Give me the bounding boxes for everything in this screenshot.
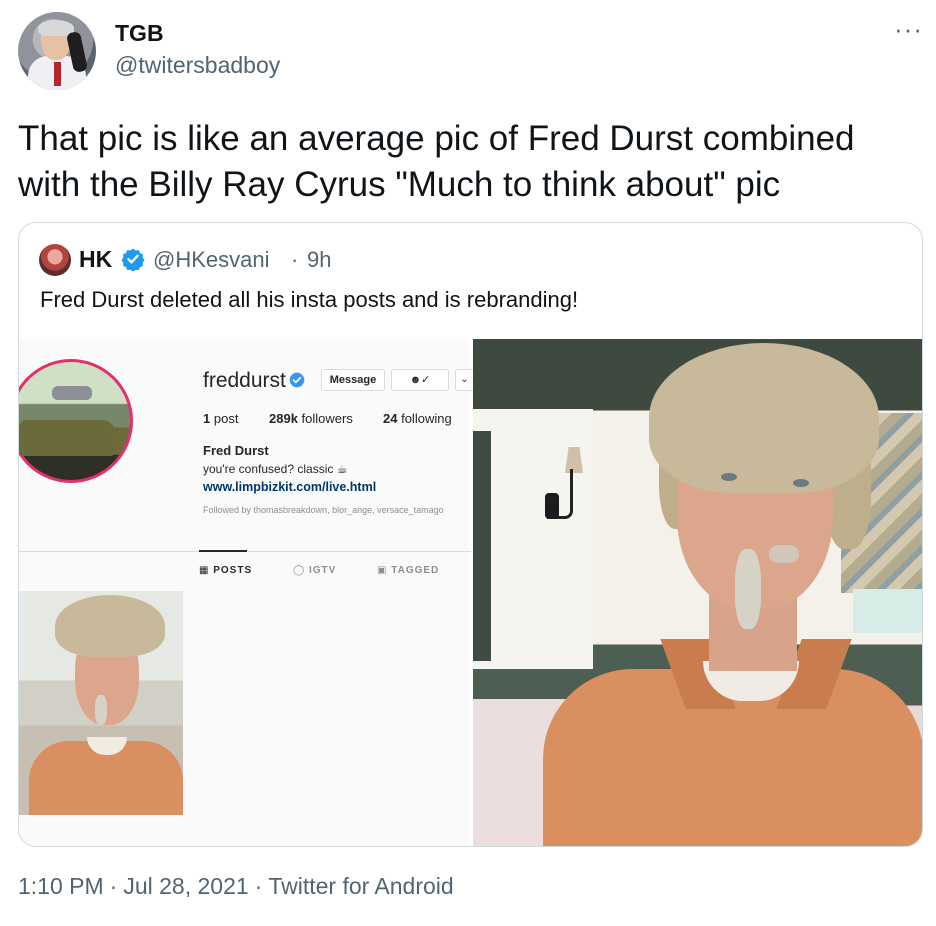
author-name[interactable]: TGB [115,20,164,47]
tab-tagged: ▣ TAGGED [377,565,440,576]
quoted-tweet[interactable]: HK @HKesvani · 9h Fred Durst deleted all… [18,222,923,847]
tweet-date[interactable]: Jul 28, 2021 [123,873,248,899]
active-tab-indicator [199,550,247,552]
quoted-author-avatar[interactable] [39,244,71,276]
instagram-message-button: Message [321,369,385,391]
igtv-icon: ◯ [293,565,306,576]
instagram-screenshot-image[interactable]: freddurst Message ☻✓ ⌄ 1 post 289k follo… [19,339,473,846]
chevron-down-icon: ⌄ [455,369,473,391]
tag-icon: ▣ [377,565,388,576]
instagram-followed-by: Followed by thomasbreakdown, blor_ange, … [203,505,444,515]
person-check-icon: ☻✓ [391,369,449,391]
separator: · [254,873,263,899]
tweet-text: That pic is like an average pic of Fred … [18,119,855,204]
quoted-tweet-text: Fred Durst deleted all his insta posts a… [40,287,579,312]
instagram-bio-link: www.limpbizkit.com/live.html [203,480,377,494]
instagram-full-name: Fred Durst [203,443,269,458]
quoted-tweet-age[interactable]: 9h [307,247,331,273]
tweet-meta: 1:10 PM · Jul 28, 2021 · Twitter for Android [18,873,460,900]
instagram-post-thumbnail [19,591,183,815]
instagram-followers-stat: 289k followers [269,411,353,426]
instagram-username: freddurst [203,369,286,392]
tab-igtv: ◯ IGTV [293,565,337,576]
tweet-time[interactable]: 1:10 PM [18,873,104,899]
tweet-source[interactable]: Twitter for Android [268,873,453,899]
author-handle[interactable]: @twitersbadboy [115,52,280,79]
separator: · [291,247,299,272]
quoted-author-name[interactable]: HK [79,246,112,273]
instagram-following-stat: 24 following [383,411,452,426]
more-horizontal-icon[interactable]: ··· [894,14,923,45]
instagram-bio: you're confused? classic ☕ [203,462,348,476]
grid-icon: ▦ [199,565,210,576]
tab-posts: ▦ POSTS [199,565,253,576]
separator: · [109,873,118,899]
quoted-author-handle[interactable]: @HKesvani [153,247,270,273]
fred-durst-photo[interactable] [473,339,922,846]
verified-badge-icon [289,372,305,388]
verified-badge-icon [121,248,145,271]
author-avatar[interactable] [18,12,96,90]
instagram-posts-stat: 1 post [203,411,239,426]
instagram-avatar [19,359,133,483]
